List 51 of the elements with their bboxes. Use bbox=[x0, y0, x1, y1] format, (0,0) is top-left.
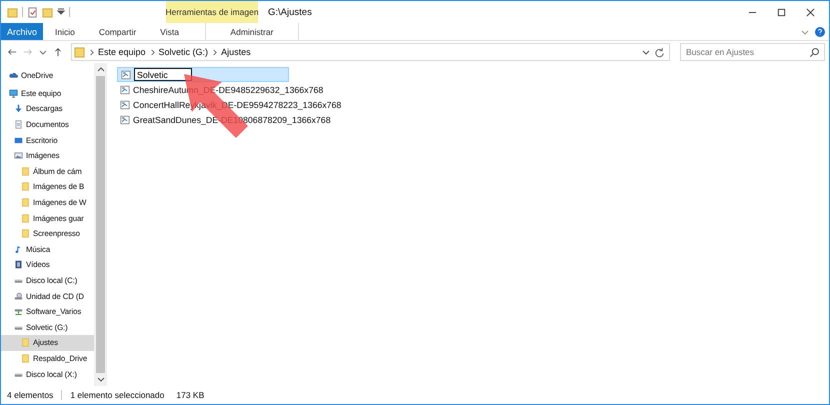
dropdown-icon[interactable] bbox=[57, 8, 65, 16]
chevron-icon[interactable] bbox=[150, 48, 155, 56]
image-icon bbox=[14, 151, 23, 160]
scroll-thumb[interactable] bbox=[96, 76, 105, 373]
dropdown-icon[interactable] bbox=[642, 48, 650, 56]
recent-locations-icon[interactable] bbox=[39, 48, 47, 56]
image-file-icon bbox=[121, 70, 131, 80]
music-note-icon bbox=[14, 244, 23, 254]
file-tab[interactable]: Archivo bbox=[1, 23, 44, 40]
up-icon[interactable] bbox=[53, 47, 63, 57]
status-text: 4 elementos bbox=[7, 390, 54, 400]
download-icon bbox=[14, 104, 23, 114]
scrollbar[interactable] bbox=[94, 63, 107, 386]
image-file-icon bbox=[120, 100, 130, 110]
cloud-icon bbox=[9, 71, 18, 80]
computer-icon bbox=[9, 88, 18, 98]
rename-field[interactable]: Solvetic bbox=[134, 68, 192, 81]
help-icon[interactable] bbox=[815, 26, 825, 36]
breadcrumb[interactable]: Ajustes bbox=[221, 47, 251, 57]
file-row[interactable]: Solvetic bbox=[117, 67, 289, 82]
ribbon-tab[interactable]: Compartir bbox=[86, 23, 148, 40]
properties-icon[interactable] bbox=[27, 6, 38, 18]
address-bar[interactable]: Este equipo Solvetic (G:) Ajustes bbox=[71, 43, 670, 61]
refresh-icon[interactable] bbox=[654, 46, 665, 58]
ribbon-tab[interactable]: Administrar bbox=[206, 23, 298, 40]
scroll-down-icon[interactable] bbox=[96, 377, 104, 383]
network-drive-icon bbox=[14, 307, 23, 316]
breadcrumb[interactable]: Solvetic (G:) bbox=[158, 47, 208, 57]
desktop-icon bbox=[14, 136, 23, 145]
film-icon bbox=[14, 260, 23, 270]
cd-drive-icon bbox=[14, 292, 23, 301]
image-file-icon bbox=[120, 114, 130, 124]
breadcrumb[interactable]: Este equipo bbox=[98, 47, 146, 57]
chevron-icon[interactable] bbox=[212, 48, 218, 56]
search-icon bbox=[809, 46, 820, 58]
context-group-title: Herramientas de imagen bbox=[166, 1, 258, 23]
expand-ribbon-icon[interactable] bbox=[801, 28, 809, 36]
back-icon[interactable] bbox=[7, 47, 17, 57]
document-icon bbox=[14, 120, 23, 130]
maximize-icon[interactable] bbox=[777, 8, 786, 16]
search-field[interactable]: Buscar en Ajustes bbox=[680, 43, 825, 61]
ribbon-tab[interactable]: Inicio bbox=[43, 23, 87, 40]
close-icon[interactable] bbox=[806, 8, 815, 16]
status-text: 173 KB bbox=[176, 390, 204, 400]
status-text: 1 elemento seleccionado bbox=[70, 390, 164, 400]
window-title: G:\Ajustes bbox=[267, 6, 312, 20]
ribbon-tab[interactable]: Vista bbox=[148, 23, 191, 40]
image-file-icon bbox=[120, 84, 130, 94]
scroll-up-icon[interactable] bbox=[96, 66, 104, 72]
chevron-icon[interactable] bbox=[89, 48, 94, 56]
folder-icon bbox=[74, 46, 85, 58]
